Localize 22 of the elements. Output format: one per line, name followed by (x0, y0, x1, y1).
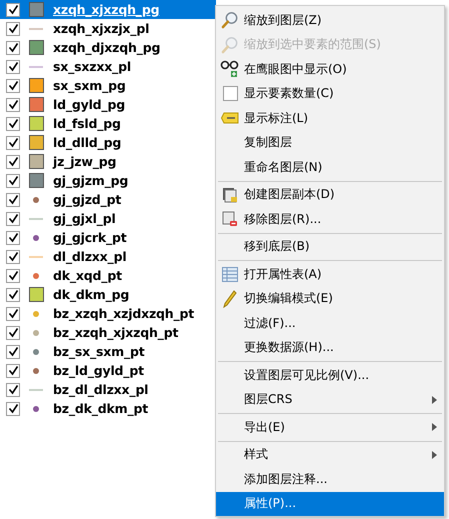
layer-name: bz_dl_dlzxx_pl (53, 382, 148, 397)
layer-name: dk_dkm_pg (53, 287, 130, 302)
layer-name: ld_fsld_pg (53, 116, 121, 131)
layer-name: bz_ld_gyld_pt (53, 363, 144, 378)
layer-name: sx_sxm_pg (53, 78, 126, 93)
layer-name: gj_gjzd_pt (53, 192, 122, 207)
layer-name: gj_gjcrk_pt (53, 230, 127, 245)
layer-name: dk_xqd_pt (53, 268, 122, 283)
layer-name: xzqh_xjxzqh_pg (53, 2, 160, 17)
layer-name: ld_dlld_pg (53, 135, 122, 150)
layer-name: jz_jzw_pg (53, 154, 116, 169)
layer-name: bz_xzqh_xjxzqh_pt (53, 325, 178, 340)
layer-name: gj_gjzm_pg (53, 173, 128, 188)
layer-name: bz_xzqh_xzjdxzqh_pt (53, 306, 194, 321)
layer-name: bz_sx_sxm_pt (53, 344, 145, 359)
layer-name: ld_gyld_pg (53, 97, 125, 112)
layer-name: xzqh_djxzqh_pg (53, 40, 160, 55)
layer-name: dl_dlzxx_pl (53, 249, 126, 264)
layer-name: gj_gjxl_pl (53, 211, 116, 226)
layer-name: xzqh_xjxzjx_pl (53, 21, 150, 36)
layer-name: bz_dk_dkm_pt (53, 401, 148, 416)
layer-name: sx_sxzxx_pl (53, 59, 131, 74)
